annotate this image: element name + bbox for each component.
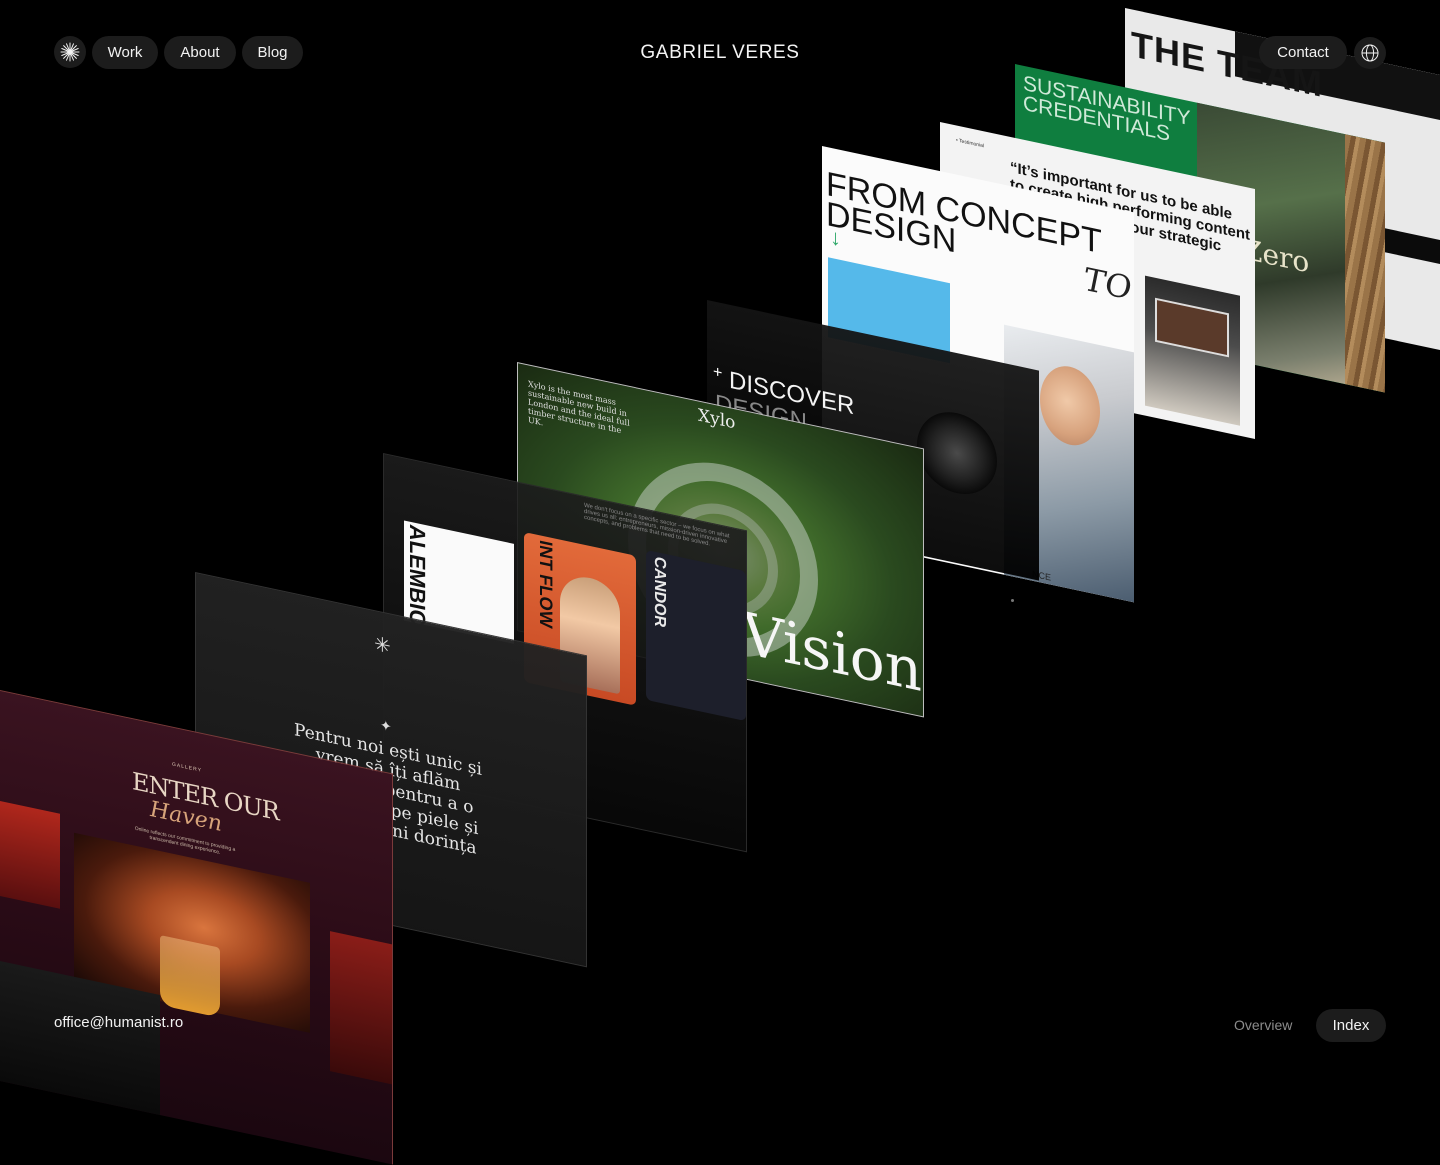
wood-texture-image	[1345, 134, 1385, 393]
card-label: • Testimonial	[956, 137, 985, 150]
email-link[interactable]: office@humanist.ro	[54, 1014, 183, 1031]
site-title[interactable]: GABRIEL VERES	[0, 42, 1440, 64]
card-label: GALLERY	[172, 761, 202, 774]
globe-icon	[1361, 44, 1379, 62]
star-icon: ✳	[374, 633, 391, 659]
arrow-down-icon: ↓	[830, 223, 841, 252]
gallery-image-left	[0, 801, 60, 909]
card-headline: Vision	[742, 598, 923, 706]
brand-mark: Xylo	[698, 405, 736, 434]
camera-lens-image	[917, 404, 997, 502]
contact-button[interactable]: Contact	[1259, 36, 1347, 69]
plus-icon: +	[713, 363, 723, 383]
alembic-label: ALEMBIC	[405, 522, 430, 629]
decorative-dot	[1011, 599, 1014, 602]
language-button[interactable]	[1354, 37, 1386, 69]
index-toggle[interactable]: Index	[1316, 1009, 1386, 1042]
candor-label: CANDOR	[651, 554, 668, 629]
project-card-haven[interactable]: GALLERY ENTER OUR Haven Online reflects …	[0, 690, 393, 1165]
card-intro-text: Xylo is the most mass sustainable new bu…	[528, 379, 630, 436]
cocktail-glass-image	[160, 935, 220, 1018]
gallery-image-right	[330, 931, 392, 1085]
diamond-icon: ✦	[380, 716, 392, 735]
overview-toggle[interactable]: Overview	[1234, 1017, 1292, 1033]
flow-label: INT FLOW	[536, 538, 556, 630]
